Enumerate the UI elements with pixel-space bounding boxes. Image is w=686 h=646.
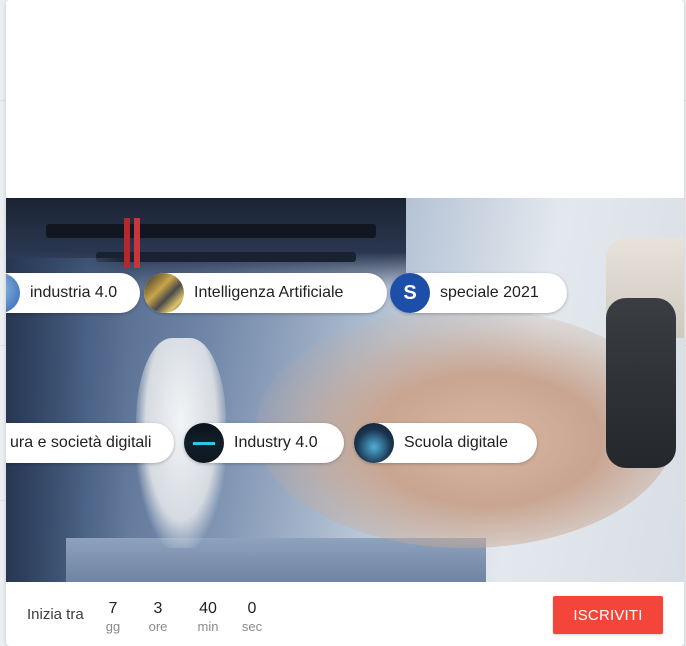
letter-s-avatar-icon: S <box>390 273 430 313</box>
wristwatch <box>606 298 676 468</box>
ai-avatar-icon <box>144 273 184 313</box>
countdown-days-unit: gg <box>105 619 121 634</box>
countdown-minutes: 40 min <box>188 599 228 635</box>
tag-chip-industry-4-0[interactable]: Industry 4.0 <box>184 423 344 463</box>
tag-chip-scuola-digitale[interactable]: Scuola digitale <box>354 423 537 463</box>
card-header-blank <box>6 0 684 198</box>
printer-wire <box>134 218 140 268</box>
countdown-days: 7 gg <box>93 599 133 635</box>
countdown-hours-value: 3 <box>153 600 163 617</box>
tag-label: Intelligenza Artificiale <box>194 284 344 301</box>
event-card: industria 4.0 Intelligenza Artificiale S… <box>6 0 684 646</box>
industria-avatar-icon <box>6 273 20 313</box>
countdown-seconds-value: 0 <box>247 600 257 617</box>
printer-bar <box>46 224 376 238</box>
tag-label: Industry 4.0 <box>234 434 318 451</box>
subscribe-button[interactable]: ISCRIVITI <box>553 596 663 634</box>
tag-chip-speciale-2021[interactable]: S speciale 2021 <box>390 273 567 313</box>
tag-label: Scuola digitale <box>404 434 509 451</box>
tag-label: speciale 2021 <box>440 284 539 301</box>
tag-chip-intelligenza-artificiale[interactable]: Intelligenza Artificiale <box>144 273 387 313</box>
card-footer: Inizia tra 7 gg 3 ore 40 min 0 sec ISCRI… <box>6 582 684 646</box>
industry-avatar-icon <box>184 423 224 463</box>
tag-chip-cultura-e-societa-digitali[interactable]: ura e società digitali <box>6 423 174 463</box>
countdown-minutes-unit: min <box>197 619 219 634</box>
tag-label: industria 4.0 <box>30 284 118 301</box>
countdown-seconds-unit: sec <box>241 619 263 634</box>
countdown-seconds: 0 sec <box>232 599 272 635</box>
scuola-avatar-icon <box>354 423 394 463</box>
countdown-minutes-value: 40 <box>199 600 217 617</box>
countdown-hours-unit: ore <box>148 619 168 634</box>
countdown-label: Inizia tra <box>27 606 84 623</box>
countdown-hours: 3 ore <box>138 599 178 635</box>
hero-image: industria 4.0 Intelligenza Artificiale S… <box>6 198 684 582</box>
tag-label: ura e società digitali <box>10 434 152 451</box>
tag-chip-industria-4-0[interactable]: industria 4.0 <box>6 273 140 313</box>
countdown-days-value: 7 <box>108 600 118 617</box>
